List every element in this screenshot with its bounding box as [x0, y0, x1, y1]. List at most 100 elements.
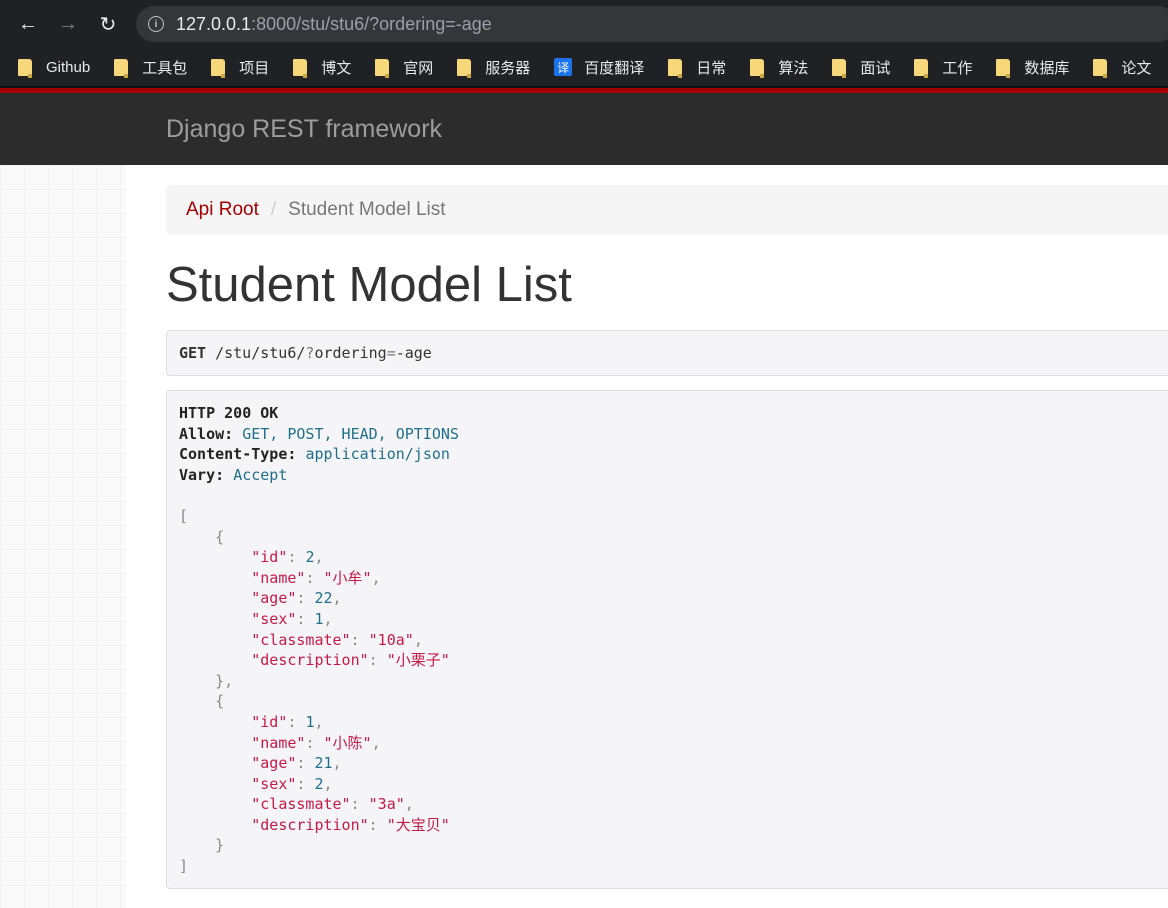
json-key: "classmate": [251, 630, 351, 649]
json-brace: {: [215, 527, 225, 546]
bookmark-label: 服务器: [485, 59, 531, 77]
request-query-prefix: ?: [305, 344, 315, 362]
json-value: "3a": [368, 795, 405, 814]
bookmark-label: 日常: [696, 59, 727, 77]
url-host: 127.0.0.1: [176, 13, 252, 34]
bookmark-server[interactable]: 服务器: [457, 57, 530, 78]
json-key: "name": [251, 733, 306, 752]
json-brace: {: [215, 692, 225, 711]
folder-icon: [668, 58, 683, 78]
bookmark-official[interactable]: 官网: [375, 57, 433, 78]
request-path: /stu/stu6/: [215, 344, 306, 362]
folder-icon: [914, 58, 929, 78]
folder-icon: [996, 58, 1011, 78]
folder-icon: [211, 58, 226, 78]
folder-icon: [750, 58, 765, 78]
bookmark-interview[interactable]: 面试: [832, 57, 890, 78]
header-value: GET, POST, HEAD, OPTIONS: [242, 424, 459, 443]
json-brace: },: [215, 671, 234, 690]
breadcrumb: Api Root / Student Model List: [166, 185, 1168, 235]
bookmark-toolkit[interactable]: 工具包: [114, 57, 187, 78]
bookmark-label: 论文: [1121, 59, 1152, 77]
response-status: HTTP 200 OK: [179, 404, 279, 422]
json-key: "sex": [251, 609, 297, 628]
navbar: Django REST framework: [0, 93, 1168, 165]
json-key: "classmate": [251, 795, 351, 814]
json-value: 2: [314, 774, 324, 793]
request-method: GET: [179, 344, 207, 362]
json-value: 1: [314, 609, 324, 628]
json-value: "小牟": [323, 568, 372, 587]
breadcrumb-api-root[interactable]: Api Root: [186, 199, 259, 221]
bookmark-label: 百度翻译: [584, 59, 645, 77]
navbar-brand[interactable]: Django REST framework: [166, 115, 442, 144]
json-key: "description": [251, 815, 369, 834]
folder-icon: [375, 58, 390, 78]
reload-icon[interactable]: ↻: [88, 4, 128, 44]
header-value: Accept: [233, 465, 288, 484]
json-key: "name": [251, 568, 306, 587]
json-key: "id": [251, 548, 288, 567]
url-path: :8000/stu/stu6/?ordering=-age: [251, 13, 492, 34]
bookmark-database[interactable]: 数据库: [996, 57, 1069, 78]
json-brace: }: [215, 836, 225, 855]
json-value: 21: [314, 754, 333, 773]
url-text[interactable]: 127.0.0.1:8000/stu/stu6/?ordering=-age: [176, 14, 492, 35]
bookmark-blog[interactable]: 博文: [293, 57, 351, 78]
json-value: "小陈": [323, 733, 372, 752]
bookmark-label: 博文: [321, 59, 352, 77]
request-info: GET /stu/stu6/? ordering = -age: [166, 330, 1168, 376]
folder-icon: [457, 58, 472, 78]
bookmark-label: 工具包: [142, 59, 188, 77]
bookmark-algorithm[interactable]: 算法: [750, 57, 808, 78]
json-value: "小栗子": [386, 651, 450, 670]
translate-icon: 译: [554, 58, 573, 76]
request-query-key: ordering: [314, 344, 387, 362]
request-query-value: -age: [395, 344, 432, 362]
header-key: Content-Type:: [179, 445, 297, 464]
json-value: 22: [314, 589, 333, 608]
bookmark-label: Github: [46, 58, 91, 76]
json-bracket: [: [179, 506, 189, 525]
folder-icon: [293, 58, 308, 78]
bookmark-label: 面试: [860, 59, 891, 77]
header-value: application/json: [305, 445, 450, 464]
header-key: Vary:: [179, 465, 225, 484]
bookmark-papers[interactable]: 论文: [1093, 57, 1151, 78]
address-bar[interactable]: i 127.0.0.1:8000/stu/stu6/?ordering=-age: [136, 6, 1168, 42]
json-key: "age": [251, 589, 297, 608]
breadcrumb-separator: /: [270, 199, 277, 220]
folder-icon: [114, 58, 129, 78]
bookmark-github[interactable]: Github: [18, 58, 91, 78]
breadcrumb-current: Student Model List: [288, 199, 446, 220]
folder-icon: [832, 58, 847, 78]
folder-icon: [18, 58, 32, 78]
request-query-eq: =: [386, 344, 396, 362]
bookmark-label: 官网: [403, 59, 434, 77]
page-title: Student Model List: [166, 258, 572, 312]
folder-icon: [1093, 58, 1108, 78]
page-background: Api Root / Student Model List Student Mo…: [0, 165, 1168, 908]
info-icon[interactable]: i: [148, 16, 164, 32]
bookmark-projects[interactable]: 项目: [211, 57, 269, 78]
json-key: "id": [251, 712, 288, 731]
bookmark-label: 工作: [942, 59, 973, 77]
bookmark-work[interactable]: 工作: [914, 57, 972, 78]
json-value: "10a": [368, 630, 414, 649]
header-key: Allow:: [179, 424, 234, 443]
back-arrow-icon[interactable]: ←: [8, 4, 48, 44]
json-bracket: ]: [179, 857, 189, 876]
bookmark-baidu-translate[interactable]: 译百度翻译: [554, 57, 644, 78]
forward-arrow-icon[interactable]: →: [48, 4, 88, 44]
bookmark-daily[interactable]: 日常: [668, 57, 726, 78]
json-key: "sex": [251, 774, 297, 793]
json-key: "age": [251, 754, 297, 773]
json-key: "description": [251, 651, 369, 670]
bookmark-label: 项目: [239, 59, 270, 77]
bookmark-label: 算法: [778, 59, 809, 77]
bookmark-label: 数据库: [1024, 59, 1070, 77]
bookmarks-bar: Github 工具包 项目 博文 官网 服务器 译百度翻译 日常 算法 面试 工…: [0, 48, 1168, 86]
json-value: "大宝贝": [386, 815, 450, 834]
browser-toolbar: ← → ↻ i 127.0.0.1:8000/stu/stu6/?orderin…: [0, 0, 1168, 48]
response-info: HTTP 200 OK Allow: GET, POST, HEAD, OPTI…: [166, 390, 1168, 889]
